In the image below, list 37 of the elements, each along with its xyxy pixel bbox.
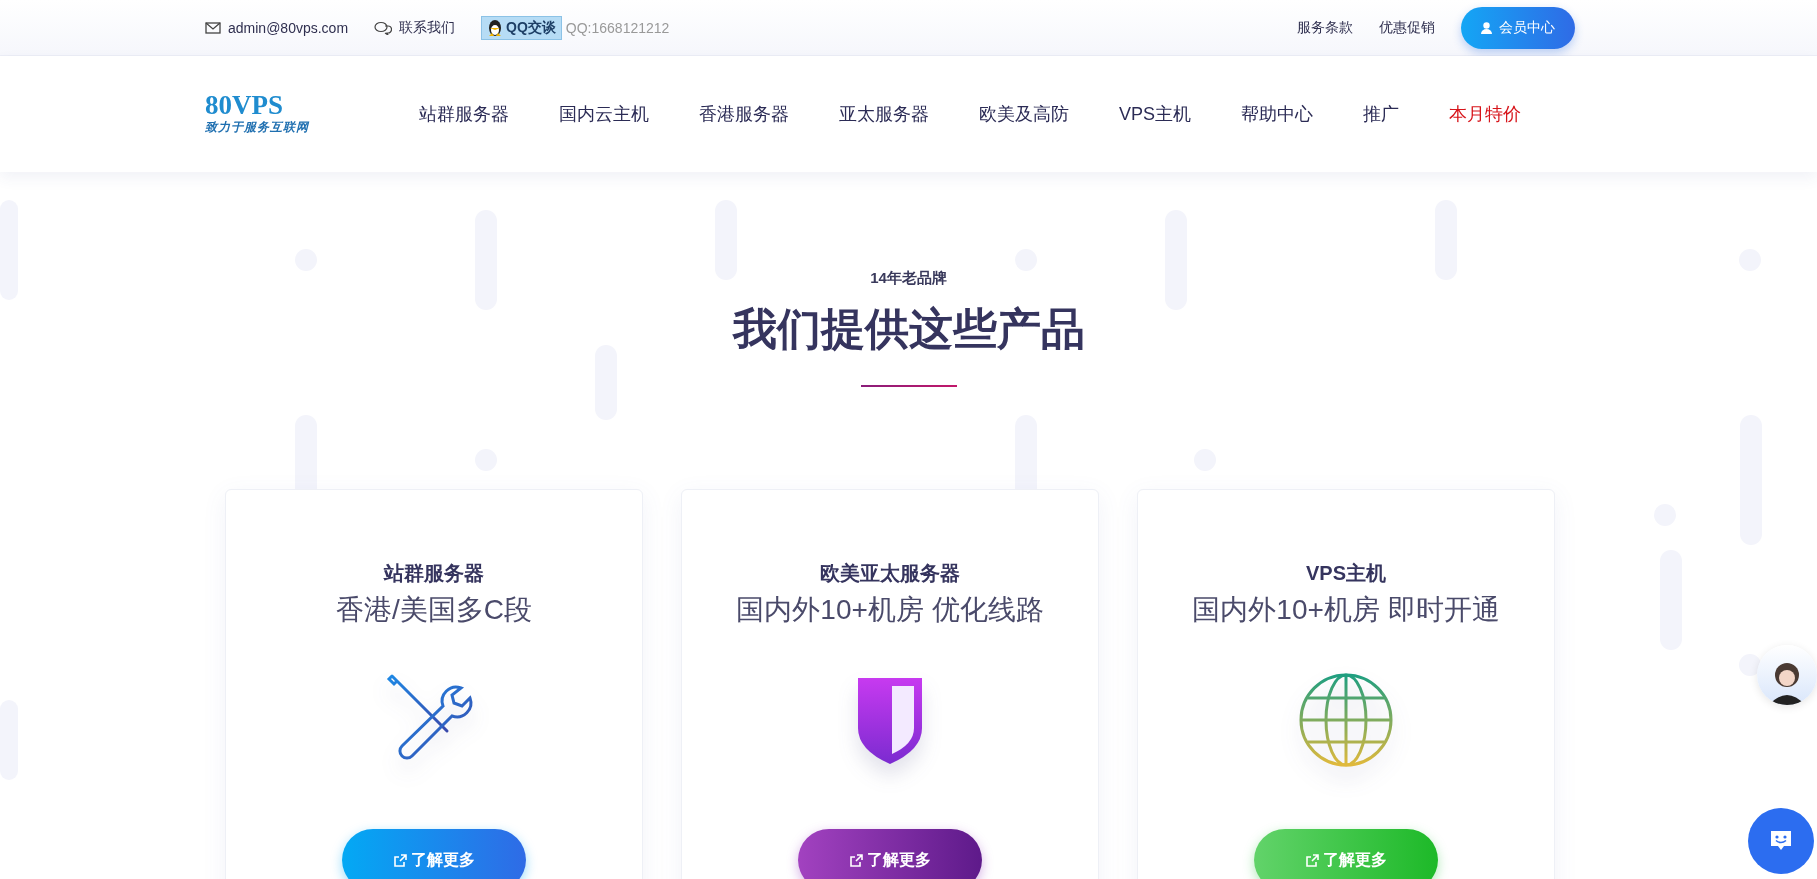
section-heading: 我们提供这些产品 xyxy=(732,303,1085,355)
card-title: 站群服务器 xyxy=(384,561,484,586)
envelope-icon xyxy=(205,21,221,34)
contact-link[interactable]: 联系我们 xyxy=(374,18,456,37)
penguin-icon xyxy=(487,18,504,37)
top-link[interactable]: 优惠促销 xyxy=(1379,18,1435,37)
top-link[interactable]: 服务条款 xyxy=(1297,18,1353,37)
external-link-icon xyxy=(849,853,863,867)
nav-link[interactable]: 帮助中心 xyxy=(1241,102,1314,126)
nav-link[interactable]: 推广 xyxy=(1363,102,1400,126)
external-link-icon xyxy=(1305,853,1319,867)
nav-link[interactable]: 亚太服务器 xyxy=(839,102,929,126)
assistant-avatar[interactable] xyxy=(1757,645,1817,705)
email-link[interactable]: admin@80vps.com xyxy=(205,19,349,36)
logo-text[interactable]: 80VPS xyxy=(205,92,365,119)
nav-link[interactable]: 站群服务器 xyxy=(419,102,509,126)
nav-link[interactable]: 香港服务器 xyxy=(699,102,789,126)
nav-link[interactable]: VPS主机 xyxy=(1119,102,1192,126)
card-title: 欧美亚太服务器 xyxy=(820,561,960,586)
section-eyebrow: 14年老品牌 xyxy=(870,269,947,288)
qq-chat-button[interactable]: QQ交谈 xyxy=(481,15,562,40)
card-title: VPS主机 xyxy=(1306,561,1386,586)
logo-slogan: 致力于服务互联网 xyxy=(205,119,310,136)
card-subtitle: 国内外10+机房 即时开通 xyxy=(1192,593,1500,627)
card-subtitle: 香港/美国多C段 xyxy=(336,593,532,627)
learn-more-button[interactable]: 了解更多 xyxy=(798,829,982,879)
qq-number: QQ:1668121212 xyxy=(565,19,670,36)
nav-link[interactable]: 本月特价 xyxy=(1449,102,1522,126)
chat-bubbles-icon xyxy=(374,20,393,35)
user-icon xyxy=(1481,21,1492,34)
external-link-icon xyxy=(393,853,407,867)
member-center-button[interactable]: 会员中心 xyxy=(1461,6,1575,49)
learn-more-button[interactable]: 了解更多 xyxy=(342,829,526,879)
nav-link[interactable]: 欧美及高防 xyxy=(979,102,1069,126)
nav-link[interactable]: 国内云主机 xyxy=(559,102,649,126)
globe-icon xyxy=(1298,672,1394,768)
card-subtitle: 国内外10+机房 优化线路 xyxy=(736,593,1044,627)
